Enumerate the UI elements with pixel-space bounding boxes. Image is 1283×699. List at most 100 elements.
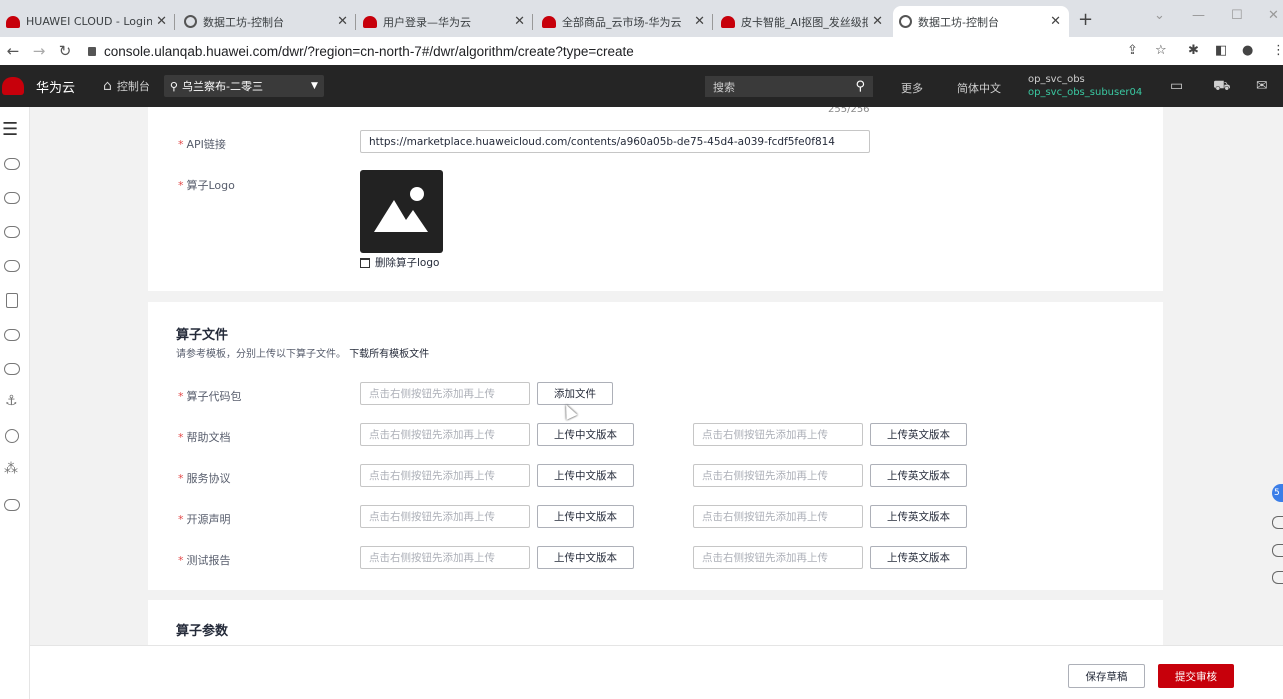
profile-icon[interactable]: ●: [1242, 43, 1253, 58]
back-icon[interactable]: ←: [0, 42, 26, 60]
help-doc-label: * 帮助文档: [178, 431, 231, 444]
upload-cn-button[interactable]: 上传中文版本: [537, 546, 634, 569]
browser-tab-active[interactable]: 数据工坊-控制台 ✕: [893, 6, 1069, 37]
upload-en-button[interactable]: 上传英文版本: [870, 464, 967, 487]
service-agreement-cn-input[interactable]: 点击右侧按钮先添加再上传: [360, 464, 530, 487]
open-source-cn-input[interactable]: 点击右侧按钮先添加再上传: [360, 505, 530, 528]
test-report-en-input[interactable]: 点击右侧按钮先添加再上传: [693, 546, 863, 569]
code-package-input[interactable]: 点击右侧按钮先添加再上传: [360, 382, 530, 405]
caret-down-icon: ▼: [310, 81, 318, 91]
upload-en-button[interactable]: 上传英文版本: [870, 505, 967, 528]
region-selector[interactable]: ⚲ 乌兰察布-二零三 ▼: [163, 75, 324, 97]
download-templates-link[interactable]: 下载所有模板文件: [349, 349, 429, 360]
home-icon: ⌂: [103, 78, 112, 94]
document-icon[interactable]: [6, 293, 18, 308]
cloud-service-icon[interactable]: [4, 226, 20, 238]
open-source-label: * 开源声明: [178, 513, 231, 526]
share-icon[interactable]: ⇪: [1127, 43, 1138, 58]
url-field[interactable]: console.ulanqab.huawei.com/dwr/?region=c…: [104, 44, 634, 59]
anchor-icon[interactable]: ⚓: [5, 393, 18, 409]
huawei-logo-icon[interactable]: [2, 77, 24, 95]
browser-tab[interactable]: 皮卡智能_AI抠图_发丝级抠 ✕: [715, 6, 891, 37]
browser-tab[interactable]: 用户登录—华为云 ✕: [357, 6, 533, 37]
save-draft-button[interactable]: 保存草稿: [1068, 664, 1145, 688]
main-content: 255/256 * API链接 https://marketplace.huawe…: [30, 107, 1283, 645]
tab-title: HUAWEI CLOUD - Login: [26, 15, 153, 28]
add-file-button[interactable]: 添加文件: [537, 382, 613, 405]
upload-en-button[interactable]: 上传英文版本: [870, 423, 967, 446]
tab-search-icon[interactable]: ⌄: [1154, 8, 1165, 23]
feedback-icon[interactable]: [1272, 571, 1283, 584]
close-icon[interactable]: ✕: [337, 14, 348, 29]
operator-logo-image[interactable]: [360, 170, 443, 253]
console-home-link[interactable]: ⌂ 控制台: [103, 78, 150, 94]
cloud-service-icon[interactable]: [4, 158, 20, 170]
brand-name[interactable]: 华为云: [36, 77, 75, 96]
user-account-menu[interactable]: op_svc_obs op_svc_obs_subuser04: [1028, 73, 1142, 99]
upload-cn-button[interactable]: 上传中文版本: [537, 464, 634, 487]
tab-title: 数据工坊-控制台: [203, 15, 284, 29]
sub-user-name: op_svc_obs_subuser04: [1028, 87, 1143, 98]
help-doc-en-input[interactable]: 点击右侧按钮先添加再上传: [693, 423, 863, 446]
browser-tab[interactable]: 数据工坊-控制台 ✕: [178, 6, 356, 37]
test-report-label: * 测试报告: [178, 554, 231, 567]
browser-tab[interactable]: HUAWEI CLOUD - Login ✕: [0, 6, 175, 37]
maximize-icon[interactable]: ☐: [1231, 8, 1243, 23]
submit-review-button[interactable]: 提交审核: [1158, 664, 1234, 688]
console-search-input[interactable]: 搜索 ⚲: [705, 76, 873, 97]
cluster-icon[interactable]: ⁂: [4, 461, 18, 477]
test-report-cn-input[interactable]: 点击右侧按钮先添加再上传: [360, 546, 530, 569]
help-doc-cn-input[interactable]: 点击右侧按钮先添加再上传: [360, 423, 530, 446]
location-pin-icon: ⚲: [169, 79, 178, 93]
delete-logo-button[interactable]: 删除算子logo: [360, 255, 439, 270]
upload-cn-button[interactable]: 上传中文版本: [537, 505, 634, 528]
close-icon[interactable]: ✕: [694, 14, 705, 29]
tab-title: 用户登录—华为云: [383, 15, 471, 29]
cloud-service-icon[interactable]: [4, 499, 20, 511]
side-panel-icon[interactable]: ◧: [1215, 43, 1227, 58]
open-source-en-input[interactable]: 点击右侧按钮先添加再上传: [693, 505, 863, 528]
bookmark-star-icon[interactable]: ☆: [1155, 43, 1167, 58]
cart-icon[interactable]: ⛟: [1213, 78, 1231, 96]
browser-tab-bar: HUAWEI CLOUD - Login ✕ 数据工坊-控制台 ✕ 用户登录—华…: [0, 0, 1283, 37]
more-menu[interactable]: 更多: [901, 80, 923, 96]
help-icon[interactable]: [1272, 516, 1283, 529]
section-description: 请参考模板，分别上传以下算子文件。 下载所有模板文件: [176, 349, 430, 360]
tab-title: 数据工坊-控制台: [918, 15, 999, 29]
mail-icon[interactable]: ✉: [1256, 78, 1268, 94]
new-tab-icon[interactable]: +: [1078, 9, 1093, 30]
search-icon[interactable]: ⚲: [855, 79, 865, 94]
document-icon[interactable]: [1272, 544, 1283, 557]
huawei-icon: [542, 15, 556, 28]
close-icon[interactable]: ✕: [1050, 14, 1061, 29]
tab-title: 皮卡智能_AI抠图_发丝级抠: [741, 15, 869, 29]
operator-files-card: 算子文件 请参考模板，分别上传以下算子文件。 下载所有模板文件 * 算子代码包 点…: [148, 302, 1163, 590]
close-icon[interactable]: ✕: [514, 14, 525, 29]
cloud-service-icon[interactable]: [4, 329, 20, 341]
section-title: 算子文件: [176, 328, 229, 343]
menu-icon[interactable]: ☰: [2, 119, 18, 140]
image-placeholder-icon: [374, 187, 428, 232]
browser-menu-icon[interactable]: ⋮: [1272, 43, 1283, 58]
upload-en-button[interactable]: 上传英文版本: [870, 546, 967, 569]
section-title: 算子参数: [176, 624, 229, 639]
cloud-service-icon[interactable]: [4, 192, 20, 204]
close-icon[interactable]: ✕: [156, 14, 167, 29]
ip-icon[interactable]: [5, 429, 19, 443]
cloud-service-icon[interactable]: [4, 363, 20, 375]
window-close-icon[interactable]: ✕: [1268, 8, 1279, 23]
service-sidebar: ☰ ⚓ ⁂: [0, 107, 30, 699]
close-icon[interactable]: ✕: [872, 14, 883, 29]
service-agreement-en-input[interactable]: 点击右侧按钮先添加再上传: [693, 464, 863, 487]
cloud-service-icon[interactable]: [4, 260, 20, 272]
terminal-icon[interactable]: ▭: [1170, 78, 1183, 94]
reload-icon[interactable]: ↻: [52, 42, 78, 60]
forward-icon[interactable]: →: [26, 42, 52, 60]
browser-tab[interactable]: 全部商品_云市场-华为云 ✕: [536, 6, 713, 37]
extensions-icon[interactable]: ✱: [1188, 43, 1199, 58]
minimize-icon[interactable]: —: [1192, 8, 1205, 23]
language-selector[interactable]: 简体中文: [957, 80, 1001, 96]
upload-cn-button[interactable]: 上传中文版本: [537, 423, 634, 446]
notification-badge[interactable]: 5: [1272, 484, 1283, 502]
api-link-input[interactable]: https://marketplace.huaweicloud.com/cont…: [360, 130, 870, 153]
